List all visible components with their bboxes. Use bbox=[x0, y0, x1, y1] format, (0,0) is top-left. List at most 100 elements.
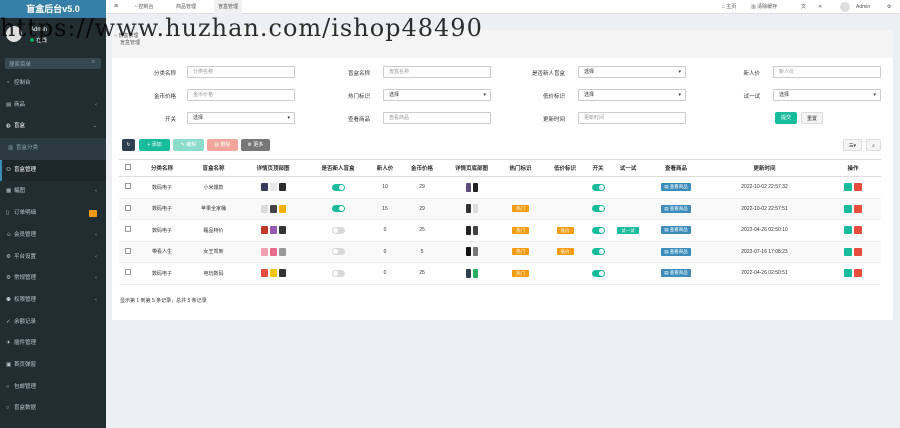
settings-gear-icon[interactable]: ⚙ bbox=[887, 0, 891, 14]
filter-low-select[interactable]: 选择 bbox=[578, 89, 686, 101]
top-image-thumbnail[interactable] bbox=[278, 183, 286, 192]
cell-select[interactable] bbox=[119, 219, 137, 242]
bottom-image-thumbnail[interactable] bbox=[465, 225, 471, 235]
bottom-image-thumbnail[interactable] bbox=[465, 268, 471, 278]
newbie-toggle[interactable] bbox=[331, 269, 345, 277]
sidebar-item-members[interactable]: ☺ 会员管理 ‹ bbox=[0, 225, 106, 247]
top-image-thumbnail[interactable] bbox=[260, 204, 268, 213]
top-image-thumbnail[interactable] bbox=[269, 269, 277, 278]
header-category[interactable]: 分类名称 bbox=[137, 159, 187, 177]
top-image-thumbnail[interactable] bbox=[278, 247, 286, 256]
cell-select[interactable] bbox=[119, 198, 137, 220]
bottom-image-thumbnail[interactable] bbox=[472, 182, 478, 192]
sidebar-item-platform-settings[interactable]: ⚙ 平台设置 ‹ bbox=[0, 247, 106, 269]
bottom-image-thumbnail[interactable] bbox=[472, 268, 478, 278]
sidebar-item-box[interactable]: ◍ 盲盒 ⌄ bbox=[0, 116, 106, 138]
top-image-thumbnail[interactable] bbox=[278, 204, 286, 213]
top-image-thumbnail[interactable] bbox=[269, 204, 277, 213]
filter-newbie-select[interactable]: 选择 bbox=[578, 66, 686, 78]
filter-gold-input[interactable]: 金币价格 bbox=[187, 89, 295, 101]
switch-toggle[interactable] bbox=[591, 205, 605, 213]
filter-trial-select[interactable]: 选择 bbox=[773, 89, 881, 101]
switch-toggle[interactable] bbox=[591, 183, 605, 191]
columns-toggle-button[interactable]: ☰▾ bbox=[843, 139, 862, 151]
bottom-image-thumbnail[interactable] bbox=[472, 247, 478, 257]
header-newbie[interactable]: 是否新人盲盒 bbox=[306, 159, 370, 177]
top-image-thumbnail[interactable] bbox=[278, 269, 286, 278]
edit-button[interactable]: ✎ 编辑 bbox=[173, 139, 204, 151]
delete-row-button[interactable] bbox=[854, 247, 862, 256]
row-checkbox[interactable] bbox=[125, 269, 131, 276]
top-avatar[interactable] bbox=[840, 2, 850, 12]
view-goods-button[interactable]: ▤ 查看商品 bbox=[661, 183, 691, 192]
row-checkbox[interactable] bbox=[125, 247, 131, 254]
delete-button[interactable]: ▥ 删除 bbox=[207, 139, 238, 151]
search-toggle-button[interactable]: ⌕ bbox=[866, 139, 881, 151]
delete-row-button[interactable] bbox=[854, 183, 862, 192]
top-image-thumbnail[interactable] bbox=[260, 226, 268, 235]
top-image-thumbnail[interactable] bbox=[260, 247, 268, 256]
bottom-image-thumbnail[interactable] bbox=[465, 247, 471, 257]
switch-toggle[interactable] bbox=[591, 248, 605, 256]
top-image-thumbnail[interactable] bbox=[269, 183, 277, 192]
delete-row-button[interactable] bbox=[854, 269, 862, 278]
menu-toggle-icon[interactable]: ≡ bbox=[114, 0, 118, 14]
edit-row-button[interactable] bbox=[844, 226, 852, 235]
checkbox[interactable] bbox=[125, 164, 131, 170]
header-hot[interactable]: 热门标识 bbox=[499, 159, 542, 177]
newbie-toggle[interactable] bbox=[331, 248, 345, 256]
view-goods-button[interactable]: ▤ 查看商品 bbox=[661, 269, 691, 278]
cell-select[interactable] bbox=[119, 176, 137, 199]
header-view-goods[interactable]: 查看商品 bbox=[648, 159, 704, 177]
newbie-toggle[interactable] bbox=[331, 226, 345, 234]
edit-row-button[interactable] bbox=[844, 247, 852, 256]
top-image-thumbnail[interactable] bbox=[278, 226, 286, 235]
tab-goods[interactable]: 商品管理 bbox=[176, 0, 196, 14]
view-goods-button[interactable]: ▤ 查看商品 bbox=[661, 247, 691, 256]
tab-box-manage[interactable]: 盲盒管理 bbox=[214, 0, 243, 14]
header-bottom-image[interactable]: 详情页底部图 bbox=[444, 159, 499, 177]
filter-new-price-input[interactable]: 新人价 bbox=[773, 66, 881, 78]
filter-box-name-input[interactable]: 盲盒名称 bbox=[383, 66, 491, 78]
sidebar-item-popup[interactable]: ▣ 首页弹窗 bbox=[0, 355, 106, 377]
edit-row-button[interactable] bbox=[844, 269, 852, 278]
home-link[interactable]: ⌂ 主页 bbox=[722, 0, 736, 14]
view-goods-button[interactable]: ▤ 查看商品 bbox=[661, 204, 691, 213]
row-checkbox[interactable] bbox=[125, 204, 131, 211]
filter-switch-select[interactable]: 选择 bbox=[187, 112, 295, 124]
header-trial[interactable]: 试一试 bbox=[608, 159, 648, 177]
top-image-thumbnail[interactable] bbox=[260, 183, 268, 192]
add-button[interactable]: + 添加 bbox=[139, 139, 170, 151]
sidebar-item-permissions[interactable]: ⚉ 权限管理 ‹ bbox=[0, 290, 106, 312]
newbie-toggle[interactable] bbox=[331, 183, 345, 191]
sidebar-item-box-category[interactable]: ▥ 盲盒分类 bbox=[0, 138, 106, 160]
filter-view-goods-input[interactable]: 查看商品 bbox=[383, 112, 491, 124]
reset-button[interactable]: 重置 bbox=[801, 112, 823, 124]
bottom-image-thumbnail[interactable] bbox=[465, 204, 471, 214]
fullscreen-icon[interactable]: ✕ bbox=[818, 0, 822, 14]
sidebar-item-general[interactable]: ⚙ 常规管理 ‹ bbox=[0, 268, 106, 290]
search-icon[interactable]: ⌕ bbox=[92, 59, 95, 66]
filter-hot-select[interactable]: 选择 bbox=[383, 89, 491, 101]
header-top-image[interactable]: 详情页顶部图 bbox=[240, 159, 306, 177]
newbie-toggle[interactable] bbox=[331, 205, 345, 213]
sidebar-item-balance[interactable]: ✓ 余额记录 bbox=[0, 312, 106, 334]
sidebar-item-box-data[interactable]: ○ 盲盒数据 bbox=[0, 398, 106, 420]
submit-button[interactable]: 提交 bbox=[775, 112, 797, 124]
filter-update-time-input[interactable]: 更新时间 bbox=[578, 112, 686, 124]
bottom-image-thumbnail[interactable] bbox=[465, 182, 471, 192]
row-checkbox[interactable] bbox=[125, 183, 131, 190]
language-icon[interactable]: 文 bbox=[801, 0, 806, 14]
top-image-thumbnail[interactable] bbox=[260, 269, 268, 278]
tab-dashboard[interactable]: ◔ 控制台 bbox=[134, 0, 153, 14]
view-goods-button[interactable]: ▤ 查看商品 bbox=[661, 226, 691, 235]
header-low[interactable]: 低价标识 bbox=[542, 159, 588, 177]
admin-name[interactable]: Admin bbox=[856, 0, 870, 14]
bottom-image-thumbnail[interactable] bbox=[472, 204, 478, 214]
header-update-time[interactable]: 更新时间 bbox=[704, 159, 825, 177]
sidebar-item-banner[interactable]: ▦ 幅图 ‹ bbox=[0, 181, 106, 203]
sidebar-item-plugins[interactable]: ✈ 插件管理 bbox=[0, 333, 106, 355]
edit-row-button[interactable] bbox=[844, 183, 852, 192]
sidebar-item-orders[interactable]: ▯ 订单明细 bbox=[0, 203, 106, 225]
header-select-all[interactable] bbox=[119, 159, 137, 177]
